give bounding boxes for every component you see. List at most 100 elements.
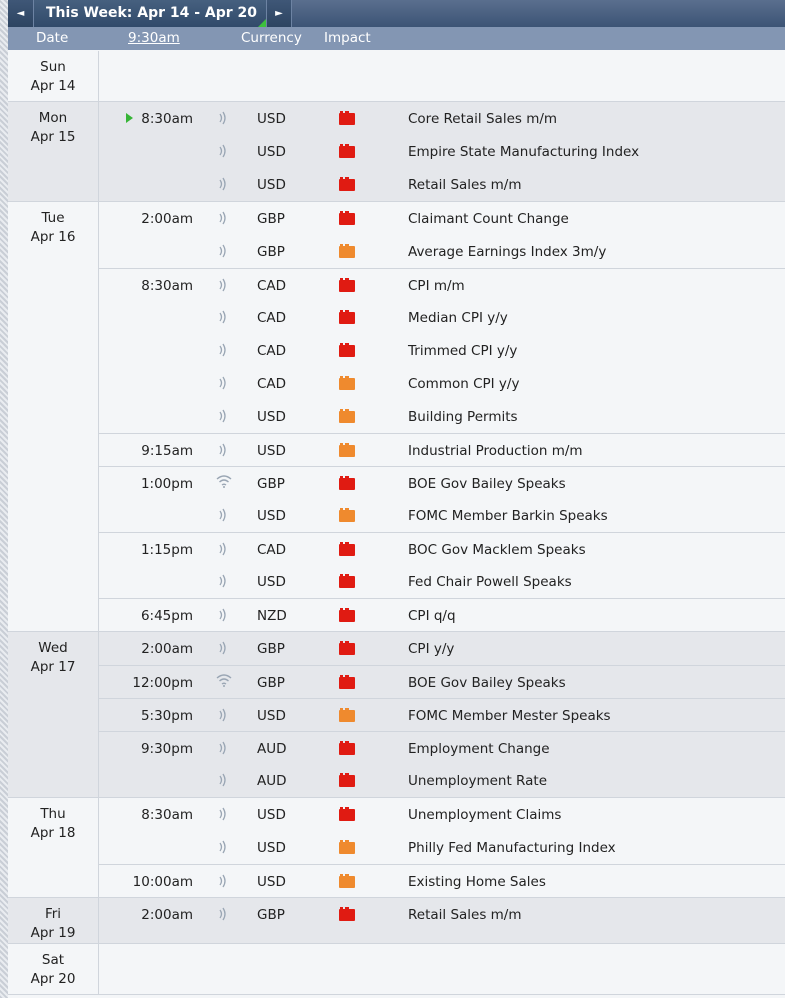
sound-icon[interactable] bbox=[218, 608, 230, 622]
event-title[interactable]: Philly Fed Manufacturing Index bbox=[408, 840, 616, 856]
event-title[interactable]: Unemployment Claims bbox=[408, 807, 561, 823]
medium-impact-icon[interactable] bbox=[339, 708, 355, 722]
sound-icon[interactable] bbox=[218, 840, 230, 854]
sound-icon[interactable] bbox=[218, 574, 230, 588]
event-row[interactable]: 9:30pm AUD Employment Change bbox=[99, 731, 785, 764]
sound-icon[interactable] bbox=[218, 144, 230, 158]
sound-icon[interactable] bbox=[218, 211, 230, 225]
event-row[interactable]: 8:30am USD Unemployment Claims bbox=[99, 798, 785, 831]
next-week-button[interactable]: ► bbox=[266, 0, 292, 27]
high-impact-icon[interactable] bbox=[339, 773, 355, 787]
high-impact-icon[interactable] bbox=[339, 144, 355, 158]
event-row[interactable]: 6:45pm NZD CPI q/q bbox=[99, 598, 785, 631]
sound-icon[interactable] bbox=[218, 343, 230, 357]
event-title[interactable]: Empire State Manufacturing Index bbox=[408, 144, 639, 160]
sound-icon[interactable] bbox=[218, 874, 230, 888]
event-row[interactable]: 1:00pm GBP BOE Gov Bailey Speaks bbox=[99, 466, 785, 499]
sound-icon[interactable] bbox=[218, 773, 230, 787]
sound-icon[interactable] bbox=[218, 443, 230, 457]
medium-impact-icon[interactable] bbox=[339, 508, 355, 522]
medium-impact-icon[interactable] bbox=[339, 409, 355, 423]
high-impact-icon[interactable] bbox=[339, 574, 355, 588]
event-row[interactable]: 1:15pm CAD BOC Gov Macklem Speaks bbox=[99, 532, 785, 565]
event-row[interactable]: 8:30am CAD CPI m/m bbox=[99, 268, 785, 301]
event-row[interactable]: CAD Common CPI y/y bbox=[99, 367, 785, 400]
high-impact-icon[interactable] bbox=[339, 641, 355, 655]
high-impact-icon[interactable] bbox=[339, 476, 355, 490]
high-impact-icon[interactable] bbox=[339, 310, 355, 324]
event-row[interactable]: USD Empire State Manufacturing Index bbox=[99, 135, 785, 168]
event-title[interactable]: Building Permits bbox=[408, 409, 518, 425]
sound-icon[interactable] bbox=[218, 409, 230, 423]
event-title[interactable]: FOMC Member Barkin Speaks bbox=[408, 508, 608, 524]
event-title[interactable]: Unemployment Rate bbox=[408, 773, 547, 789]
event-title[interactable]: CPI q/q bbox=[408, 608, 456, 624]
sound-icon[interactable] bbox=[218, 508, 230, 522]
event-row[interactable]: 2:00am GBP Retail Sales m/m bbox=[99, 898, 785, 931]
event-title[interactable]: Claimant Count Change bbox=[408, 211, 569, 227]
high-impact-icon[interactable] bbox=[339, 177, 355, 191]
event-row[interactable]: USD Fed Chair Powell Speaks bbox=[99, 565, 785, 598]
event-row[interactable]: CAD Trimmed CPI y/y bbox=[99, 334, 785, 367]
event-title[interactable]: Average Earnings Index 3m/y bbox=[408, 244, 606, 260]
high-impact-icon[interactable] bbox=[339, 608, 355, 622]
high-impact-icon[interactable] bbox=[339, 675, 355, 689]
event-title[interactable]: Existing Home Sales bbox=[408, 874, 546, 890]
sound-icon[interactable] bbox=[218, 907, 230, 921]
event-title[interactable]: Trimmed CPI y/y bbox=[408, 343, 517, 359]
live-stream-icon[interactable] bbox=[216, 475, 232, 488]
event-title[interactable]: CPI m/m bbox=[408, 278, 465, 294]
event-row[interactable]: USD Building Permits bbox=[99, 400, 785, 433]
header-time[interactable]: 9:30am bbox=[128, 30, 180, 46]
high-impact-icon[interactable] bbox=[339, 343, 355, 357]
high-impact-icon[interactable] bbox=[339, 278, 355, 292]
sound-icon[interactable] bbox=[218, 807, 230, 821]
medium-impact-icon[interactable] bbox=[339, 443, 355, 457]
event-title[interactable]: Median CPI y/y bbox=[408, 310, 508, 326]
event-row[interactable]: 2:00am GBP Claimant Count Change bbox=[99, 202, 785, 235]
high-impact-icon[interactable] bbox=[339, 542, 355, 556]
event-title[interactable]: BOE Gov Bailey Speaks bbox=[408, 476, 566, 492]
event-row[interactable]: 9:15am USD Industrial Production m/m bbox=[99, 433, 785, 466]
event-title[interactable]: FOMC Member Mester Speaks bbox=[408, 708, 611, 724]
medium-impact-icon[interactable] bbox=[339, 840, 355, 854]
sound-icon[interactable] bbox=[218, 278, 230, 292]
event-row[interactable]: USD Philly Fed Manufacturing Index bbox=[99, 831, 785, 864]
event-title[interactable]: Industrial Production m/m bbox=[408, 443, 583, 459]
previous-week-button[interactable]: ◄ bbox=[8, 0, 34, 27]
event-row[interactable]: 10:00am USD Existing Home Sales bbox=[99, 864, 785, 897]
sound-icon[interactable] bbox=[218, 708, 230, 722]
high-impact-icon[interactable] bbox=[339, 211, 355, 225]
week-title[interactable]: This Week: Apr 14 - Apr 20 bbox=[34, 0, 266, 27]
event-title[interactable]: Fed Chair Powell Speaks bbox=[408, 574, 572, 590]
high-impact-icon[interactable] bbox=[339, 111, 355, 125]
event-title[interactable]: Employment Change bbox=[408, 741, 550, 757]
event-row[interactable]: 8:30am USD Core Retail Sales m/m bbox=[99, 102, 785, 135]
event-row[interactable]: USD Retail Sales m/m bbox=[99, 168, 785, 201]
sound-icon[interactable] bbox=[218, 641, 230, 655]
event-title[interactable]: Core Retail Sales m/m bbox=[408, 111, 557, 127]
event-title[interactable]: BOE Gov Bailey Speaks bbox=[408, 675, 566, 691]
sound-icon[interactable] bbox=[218, 310, 230, 324]
event-row[interactable]: USD FOMC Member Barkin Speaks bbox=[99, 499, 785, 532]
medium-impact-icon[interactable] bbox=[339, 244, 355, 258]
sound-icon[interactable] bbox=[218, 741, 230, 755]
event-row[interactable]: CAD Median CPI y/y bbox=[99, 301, 785, 334]
sound-icon[interactable] bbox=[218, 542, 230, 556]
sound-icon[interactable] bbox=[218, 244, 230, 258]
high-impact-icon[interactable] bbox=[339, 907, 355, 921]
sound-icon[interactable] bbox=[218, 376, 230, 390]
event-title[interactable]: Retail Sales m/m bbox=[408, 907, 522, 923]
event-row[interactable]: 12:00pm GBP BOE Gov Bailey Speaks bbox=[99, 665, 785, 698]
event-title[interactable]: BOC Gov Macklem Speaks bbox=[408, 542, 586, 558]
sound-icon[interactable] bbox=[218, 111, 230, 125]
event-title[interactable]: Common CPI y/y bbox=[408, 376, 519, 392]
event-title[interactable]: Retail Sales m/m bbox=[408, 177, 522, 193]
high-impact-icon[interactable] bbox=[339, 807, 355, 821]
event-title[interactable]: CPI y/y bbox=[408, 641, 454, 657]
medium-impact-icon[interactable] bbox=[339, 376, 355, 390]
medium-impact-icon[interactable] bbox=[339, 874, 355, 888]
high-impact-icon[interactable] bbox=[339, 741, 355, 755]
live-stream-icon[interactable] bbox=[216, 674, 232, 687]
event-row[interactable]: GBP Average Earnings Index 3m/y bbox=[99, 235, 785, 268]
